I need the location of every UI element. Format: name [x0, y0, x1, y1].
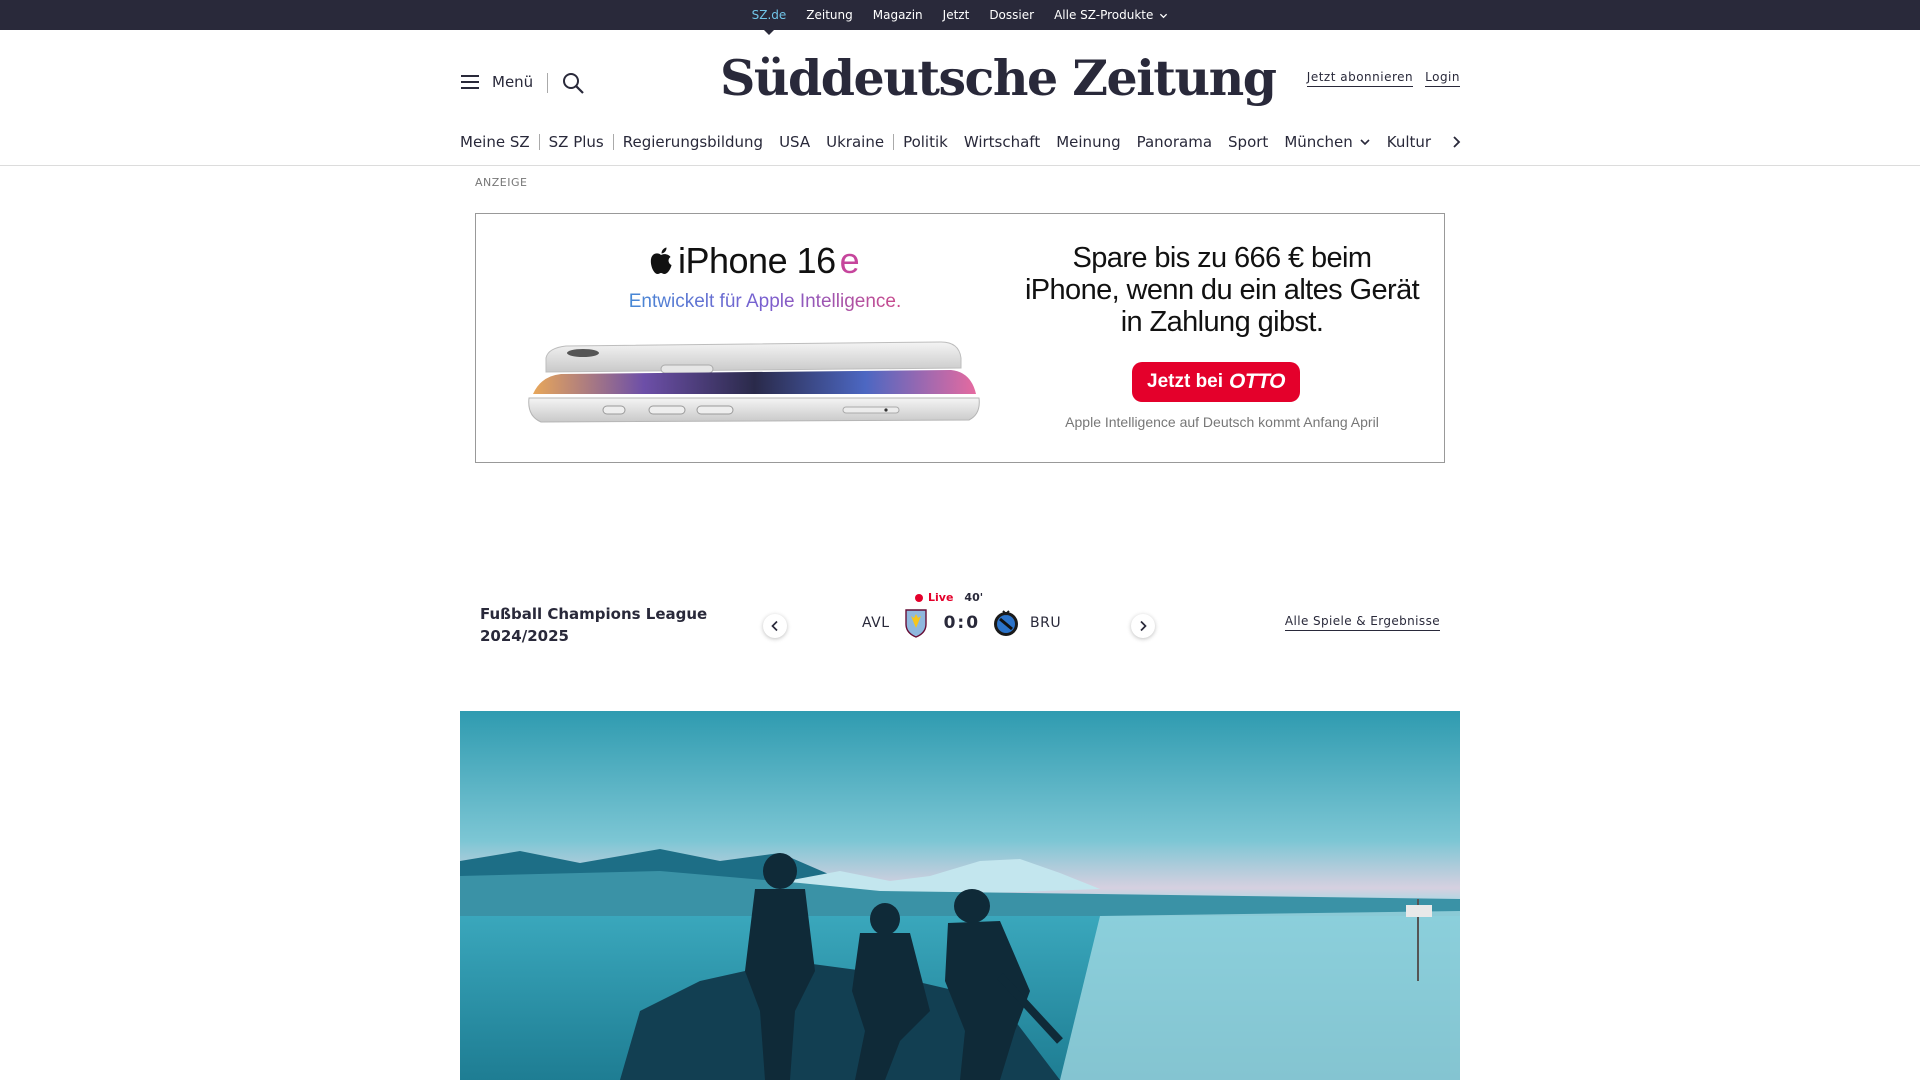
top-bar: SZ.de Zeitung Magazin Jetzt Dossier Alle…: [0, 0, 1920, 35]
live-indicator: Live 40': [915, 591, 983, 604]
ad-cta-label: Jetzt bei: [1147, 371, 1224, 392]
ad-banner[interactable]: iPhone 16 e Entwickelt für Apple Intellig…: [475, 213, 1445, 463]
ad-label: ANZEIGE: [475, 176, 528, 189]
nav-item-panorama[interactable]: Panorama: [1137, 133, 1212, 151]
chevron-right-icon: [1140, 620, 1147, 632]
hero-article-image[interactable]: [460, 711, 1460, 1080]
top-bar-links: SZ.de Zeitung Magazin Jetzt Dossier Alle…: [0, 0, 1920, 35]
home-team: AVL: [862, 615, 890, 631]
club-brugge-crest-icon: [994, 610, 1019, 636]
soldiers-snow-landscape-image: [460, 711, 1460, 1080]
login-link[interactable]: Login: [1425, 70, 1460, 87]
ad-product-title: iPhone 16 e: [648, 240, 860, 282]
hamburger-icon: [461, 75, 479, 89]
live-dot-icon: [915, 593, 923, 602]
scores-prev-button[interactable]: [763, 614, 787, 638]
scores-league-title: Fußball Champions League 2024/2025: [480, 605, 708, 645]
nav-item-kultur[interactable]: Kultur: [1387, 133, 1431, 151]
subscribe-link[interactable]: Jetzt abonnieren: [1306, 70, 1414, 87]
site-logo[interactable]: Süddeutsche Zeitung: [720, 44, 1277, 112]
match-minute: 40': [964, 591, 984, 604]
topbar-link-magazin[interactable]: Magazin: [873, 8, 923, 22]
topbar-link-jetzt[interactable]: Jetzt: [943, 8, 970, 22]
topbar-link-all-products-label: Alle SZ-Produkte: [1054, 8, 1154, 22]
chevron-left-icon: [771, 620, 778, 632]
topbar-link-sz-de[interactable]: SZ.de: [752, 8, 786, 35]
topbar-link-dossier[interactable]: Dossier: [989, 8, 1034, 22]
site-header: Menü Süddeutsche Zeitung Jetzt abonniere…: [0, 30, 1920, 166]
aston-villa-crest-icon: [904, 609, 927, 638]
ad-headline: Spare bis zu 666 € beim iPhone, wenn du …: [1024, 242, 1420, 338]
ad-cta-button[interactable]: Jetzt bei OTTO: [1132, 362, 1300, 402]
topbar-link-all-products[interactable]: Alle SZ-Produkte: [1054, 8, 1168, 22]
nav-divider: [612, 134, 614, 150]
menu-button[interactable]: Menü: [460, 73, 533, 91]
match-score: 0:0: [943, 613, 981, 633]
nav-item-muenchen[interactable]: München: [1284, 133, 1370, 151]
scores-next-button[interactable]: [1131, 614, 1155, 638]
nav-item-politik[interactable]: Politik: [903, 133, 948, 151]
otto-logo: OTTO: [1229, 370, 1285, 393]
ad-product-name: iPhone 16: [678, 240, 836, 281]
all-games-results-link[interactable]: Alle Spiele & Ergebnisse: [1284, 614, 1440, 631]
live-status: Live: [928, 591, 954, 604]
nav-item-usa[interactable]: USA: [779, 133, 810, 151]
chevron-down-icon: [1160, 13, 1168, 18]
nav-scroll-right-button[interactable]: [1448, 130, 1464, 154]
match-card[interactable]: AVL 0:0 BRU: [862, 607, 1061, 639]
nav-item-muenchen-label: München: [1284, 133, 1353, 151]
nav-divider: [893, 134, 895, 150]
section-nav: Meine SZ SZ Plus Regierungsbildung USA U…: [460, 130, 1460, 154]
away-team: BRU: [1030, 615, 1062, 631]
iphone-image: [528, 341, 980, 423]
nav-divider: [538, 134, 540, 150]
nav-item-ukraine[interactable]: Ukraine: [826, 133, 884, 151]
nav-item-meine-sz[interactable]: Meine SZ: [460, 133, 530, 151]
header-account-links: Jetzt abonnieren Login: [1306, 70, 1460, 87]
chevron-down-icon: [1360, 139, 1370, 146]
nav-item-wirtschaft[interactable]: Wirtschaft: [964, 133, 1040, 151]
apple-logo-icon: [650, 247, 672, 274]
ad-subtitle: Entwickelt für Apple Intelligence.: [606, 291, 924, 313]
topbar-link-zeitung[interactable]: Zeitung: [806, 8, 852, 22]
ad-product-suffix: e: [839, 240, 860, 281]
search-icon[interactable]: [561, 71, 585, 95]
menu-label: Menü: [492, 73, 534, 91]
header-divider: [547, 73, 548, 93]
nav-item-sz-plus[interactable]: SZ Plus: [549, 133, 604, 151]
chevron-right-icon: [1453, 136, 1461, 148]
nav-item-sport[interactable]: Sport: [1228, 133, 1268, 151]
nav-item-meinung[interactable]: Meinung: [1056, 133, 1120, 151]
nav-item-regierungsbildung[interactable]: Regierungsbildung: [623, 133, 763, 151]
ad-footnote: Apple Intelligence auf Deutsch kommt Anf…: [1065, 414, 1379, 430]
